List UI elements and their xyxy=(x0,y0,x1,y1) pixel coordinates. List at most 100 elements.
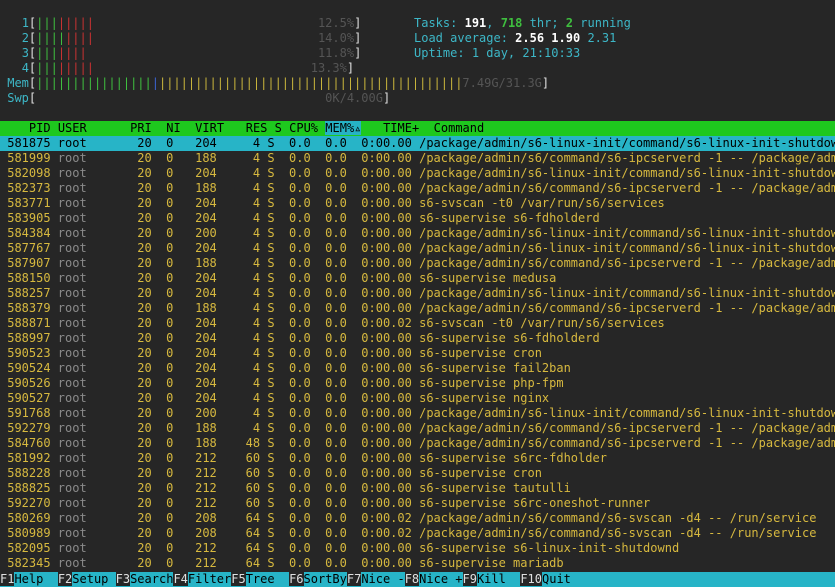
col-user[interactable]: USER xyxy=(58,121,87,135)
process-row[interactable]: 588257 root 20 0 204 4 S 0.0 0.0 0:00.00… xyxy=(0,286,835,301)
process-row[interactable]: 582098 root 20 0 204 4 S 0.0 0.0 0:00.00… xyxy=(0,166,835,181)
cell-ni: 0 xyxy=(158,181,181,195)
process-row[interactable]: 582373 root 20 0 188 4 S 0.0 0.0 0:00.00… xyxy=(0,181,835,196)
cell-pri: 20 xyxy=(122,211,159,225)
fkey-f4[interactable]: F4 xyxy=(173,572,188,586)
cell-s: S xyxy=(267,466,282,480)
fkey-label-f10[interactable]: Quit xyxy=(542,572,571,586)
cell-res: 4 xyxy=(224,181,268,195)
cell-ni: 0 xyxy=(158,361,181,375)
cell-ni: 0 xyxy=(158,556,181,570)
cell-pid: 580989 xyxy=(0,526,58,540)
fkey-f6[interactable]: F6 xyxy=(289,572,304,586)
fkey-label-f1[interactable]: Help xyxy=(14,572,57,586)
process-row[interactable]: 590523 root 20 0 204 4 S 0.0 0.0 0:00.00… xyxy=(0,346,835,361)
col-cpu[interactable]: CPU% xyxy=(289,121,318,135)
cell-user: root xyxy=(57,391,123,405)
process-row[interactable]: 581992 root 20 0 212 60 S 0.0 0.0 0:00.0… xyxy=(0,451,835,466)
cell-user: root xyxy=(57,241,123,255)
fkey-label-f6[interactable]: SortBy xyxy=(304,572,347,586)
process-row[interactable]: 581999 root 20 0 188 4 S 0.0 0.0 0:00.00… xyxy=(0,151,835,166)
cell-ni: 0 xyxy=(158,481,181,495)
cell-user: root xyxy=(57,406,123,420)
process-row[interactable]: 588379 root 20 0 188 4 S 0.0 0.0 0:00.00… xyxy=(0,301,835,316)
process-row[interactable]: 588150 root 20 0 204 4 S 0.0 0.0 0:00.00… xyxy=(0,271,835,286)
process-row[interactable]: 580269 root 20 0 208 64 S 0.0 0.0 0:00.0… xyxy=(0,511,835,526)
process-table-header[interactable]: PID USER PRI NI VIRT RES S CPU% MEM%▵ TI… xyxy=(0,121,835,136)
fkey-label-f5[interactable]: Tree xyxy=(246,572,289,586)
process-row[interactable]: 581875 root 20 0 204 4 S 0.0 0.0 0:00.00… xyxy=(0,136,835,151)
cell-mem: 0.0 xyxy=(317,211,355,225)
function-key-bar: F1Help F2Setup F3SearchF4FilterF5Tree F6… xyxy=(0,572,835,587)
cell-res: 64 xyxy=(224,511,268,525)
col-command[interactable]: Command xyxy=(434,121,485,135)
cell-s: S xyxy=(267,421,282,435)
process-row[interactable]: 583771 root 20 0 204 4 S 0.0 0.0 0:00.00… xyxy=(0,196,835,211)
fkey-f5[interactable]: F5 xyxy=(231,572,246,586)
fkey-f7[interactable]: F7 xyxy=(346,572,362,586)
fkey-label-f8[interactable]: Nice + xyxy=(419,572,462,586)
fkey-label-f3[interactable]: Search xyxy=(130,572,173,586)
process-row[interactable]: 587907 root 20 0 188 4 S 0.0 0.0 0:00.00… xyxy=(0,256,835,271)
cell-time: 0:00.00 xyxy=(354,466,420,480)
process-row[interactable]: 588871 root 20 0 204 4 S 0.0 0.0 0:00.02… xyxy=(0,316,835,331)
fkey-f8[interactable]: F8 xyxy=(404,572,420,586)
cell-user: root xyxy=(57,226,123,240)
cell-s: S xyxy=(267,226,282,240)
cell-pid: 580269 xyxy=(0,511,58,525)
cell-time: 0:00.00 xyxy=(354,361,420,375)
process-row[interactable]: 590526 root 20 0 204 4 S 0.0 0.0 0:00.00… xyxy=(0,376,835,391)
process-row[interactable]: 588825 root 20 0 212 60 S 0.0 0.0 0:00.0… xyxy=(0,481,835,496)
process-row[interactable]: 582345 root 20 0 212 64 S 0.0 0.0 0:00.0… xyxy=(0,556,835,571)
cell-cmd: /package/admin/s6-linux-init/command/s6-… xyxy=(419,406,835,420)
process-row[interactable]: 582095 root 20 0 212 64 S 0.0 0.0 0:00.0… xyxy=(0,541,835,556)
cell-cpu: 0.0 xyxy=(281,481,318,495)
process-row[interactable]: 587767 root 20 0 204 4 S 0.0 0.0 0:00.00… xyxy=(0,241,835,256)
cell-virt: 188 xyxy=(180,181,224,195)
cell-time: 0:00.00 xyxy=(354,226,420,240)
fkey-f9[interactable]: F9 xyxy=(462,572,477,586)
col-res[interactable]: RES xyxy=(246,121,268,135)
cell-virt: 204 xyxy=(180,316,224,330)
cell-cpu: 0.0 xyxy=(281,496,318,510)
cell-pri: 20 xyxy=(122,181,159,195)
process-row[interactable]: 580989 root 20 0 208 64 S 0.0 0.0 0:00.0… xyxy=(0,526,835,541)
cell-cmd: /package/admin/s6/command/s6-ipcserverd … xyxy=(419,256,835,270)
col-pid[interactable]: PID xyxy=(29,121,51,135)
col-virt[interactable]: VIRT xyxy=(195,121,224,135)
process-row[interactable]: 590524 root 20 0 204 4 S 0.0 0.0 0:00.00… xyxy=(0,361,835,376)
col-mem-sorted[interactable]: MEM%▵ xyxy=(325,121,362,135)
cell-pri: 20 xyxy=(122,256,159,270)
process-row[interactable]: 590527 root 20 0 204 4 S 0.0 0.0 0:00.00… xyxy=(0,391,835,406)
process-row[interactable]: 584760 root 20 0 188 48 S 0.0 0.0 0:00.0… xyxy=(0,436,835,451)
process-row[interactable]: 588997 root 20 0 204 4 S 0.0 0.0 0:00.00… xyxy=(0,331,835,346)
cell-time: 0:00.00 xyxy=(354,421,420,435)
process-row[interactable]: 591768 root 20 0 200 4 S 0.0 0.0 0:00.00… xyxy=(0,406,835,421)
col-s[interactable]: S xyxy=(275,121,282,135)
fkey-label-f4[interactable]: Filter xyxy=(188,572,231,586)
cell-virt: 204 xyxy=(180,211,224,225)
cell-s: S xyxy=(267,406,282,420)
cell-mem: 0.0 xyxy=(317,166,355,180)
cell-cmd: /package/admin/s6-linux-init/command/s6-… xyxy=(419,241,835,255)
cell-res: 4 xyxy=(224,226,268,240)
col-pri[interactable]: PRI xyxy=(130,121,152,135)
col-ni[interactable]: NI xyxy=(166,121,180,135)
fkey-f3[interactable]: F3 xyxy=(115,572,131,586)
cell-cpu: 0.0 xyxy=(281,166,318,180)
fkey-f1[interactable]: F1 xyxy=(0,572,15,586)
fkey-f2[interactable]: F2 xyxy=(57,572,73,586)
process-row[interactable]: 588228 root 20 0 212 60 S 0.0 0.0 0:00.0… xyxy=(0,466,835,481)
fkey-label-f7[interactable]: Nice - xyxy=(361,572,404,586)
process-row[interactable]: 583905 root 20 0 204 4 S 0.0 0.0 0:00.00… xyxy=(0,211,835,226)
process-row[interactable]: 592270 root 20 0 212 60 S 0.0 0.0 0:00.0… xyxy=(0,496,835,511)
process-row[interactable]: 592279 root 20 0 188 4 S 0.0 0.0 0:00.00… xyxy=(0,421,835,436)
col-time[interactable]: TIME+ xyxy=(383,121,419,135)
cell-ni: 0 xyxy=(158,526,181,540)
cell-ni: 0 xyxy=(158,166,181,180)
fkey-label-f2[interactable]: Setup xyxy=(72,572,115,586)
fkey-label-f9[interactable]: Kill xyxy=(477,572,520,586)
process-row[interactable]: 584384 root 20 0 200 4 S 0.0 0.0 0:00.00… xyxy=(0,226,835,241)
fkey-f10[interactable]: F10 xyxy=(520,572,542,586)
cell-cmd: s6-supervise fail2ban xyxy=(419,361,571,375)
